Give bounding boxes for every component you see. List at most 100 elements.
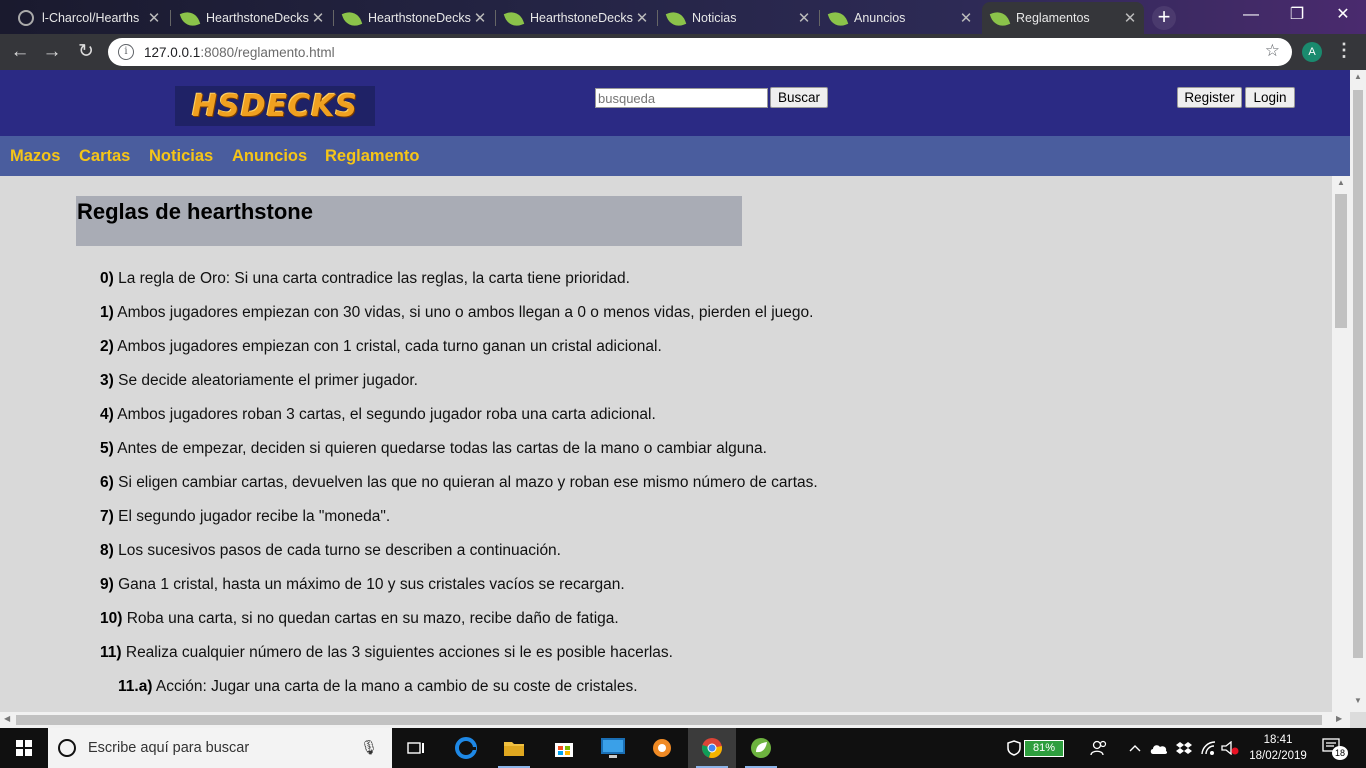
scrollbar-thumb[interactable] — [1353, 90, 1363, 658]
scrollbar-thumb[interactable] — [1335, 194, 1347, 328]
edge-icon[interactable] — [442, 728, 490, 768]
browser-tab[interactable]: Anuncios ✕ — [820, 2, 980, 34]
reload-icon[interactable]: ↻ — [74, 40, 98, 64]
rule-item: 0) La regla de Oro: Si una carta contrad… — [100, 270, 630, 288]
minimize-button[interactable]: — — [1228, 0, 1274, 32]
browser-menu-icon[interactable]: ⋮ — [1334, 40, 1354, 61]
browser-tab-active[interactable]: Reglamentos ✕ — [982, 2, 1144, 34]
nav-link-noticias[interactable]: Noticias — [149, 147, 213, 166]
new-tab-button[interactable]: + — [1152, 6, 1176, 30]
scroll-down-arrow-icon[interactable]: ▼ — [1350, 696, 1366, 705]
tab-close-icon[interactable]: ✕ — [634, 9, 650, 27]
rule-item: 3) Se decide aleatoriamente el primer ju… — [100, 372, 418, 390]
nav-link-mazos[interactable]: Mazos — [10, 147, 60, 166]
rule-number: 11.a) — [118, 678, 153, 695]
forward-arrow-icon[interactable]: → — [40, 40, 64, 64]
login-button[interactable]: Login — [1245, 87, 1295, 108]
rule-text: Ambos jugadores empiezan con 1 cristal, … — [113, 338, 662, 355]
onedrive-cloud-icon[interactable] — [1148, 728, 1170, 768]
task-view-icon[interactable] — [392, 728, 440, 768]
dropbox-icon[interactable] — [1174, 728, 1194, 768]
settings-gear-icon[interactable] — [638, 728, 686, 768]
url-host: 127.0.0.1 — [144, 44, 201, 60]
logo-text: HSDECKS — [192, 88, 358, 124]
nav-link-cartas[interactable]: Cartas — [79, 147, 130, 166]
tab-title: Anuncios — [854, 11, 906, 25]
file-explorer-icon[interactable] — [490, 728, 538, 768]
lenovo-icon[interactable] — [589, 728, 637, 768]
battery-indicator[interactable]: 81% — [1024, 740, 1064, 757]
site-info-icon[interactable]: i — [118, 44, 134, 60]
close-window-button[interactable]: ✕ — [1320, 0, 1366, 32]
page-vertical-scrollbar[interactable]: ▲ ▼ — [1350, 70, 1366, 712]
restore-button[interactable]: ❐ — [1274, 0, 1320, 32]
address-bar[interactable]: i 127.0.0.1:8080/reglamento.html ☆ — [108, 38, 1292, 66]
rule-item: 2) Ambos jugadores empiezan con 1 crista… — [100, 338, 662, 356]
tab-close-icon[interactable]: ✕ — [958, 9, 974, 27]
tab-close-icon[interactable]: ✕ — [1122, 9, 1138, 27]
content-scrollbar[interactable]: ▲ — [1332, 176, 1350, 712]
register-button[interactable]: Register — [1177, 87, 1242, 108]
browser-tab[interactable]: HearthstoneDecks ✕ — [496, 2, 656, 34]
rule-text: Gana 1 cristal, hasta un máximo de 10 y … — [113, 576, 625, 593]
tab-close-icon[interactable]: ✕ — [796, 9, 812, 27]
start-button[interactable] — [0, 728, 48, 768]
site-logo[interactable]: HSDECKS — [175, 86, 375, 126]
back-arrow-icon[interactable]: ← — [8, 40, 32, 64]
cortana-icon — [58, 739, 76, 757]
scroll-up-arrow-icon[interactable]: ▲ — [1350, 72, 1366, 81]
tab-divider — [170, 10, 171, 26]
store-icon[interactable] — [540, 728, 588, 768]
scroll-up-arrow-icon[interactable]: ▲ — [1332, 176, 1350, 190]
rule-text: Ambos jugadores empiezan con 30 vidas, s… — [113, 304, 814, 321]
search-button[interactable]: Buscar — [770, 87, 828, 108]
browser-tab[interactable]: l-Charcol/Hearths ✕ — [8, 2, 168, 34]
site-nav: Mazos Cartas Noticias Anuncios Reglament… — [0, 136, 1350, 176]
volume-muted-icon[interactable] — [1220, 728, 1240, 768]
rule-item: 1) Ambos jugadores empiezan con 30 vidas… — [100, 304, 813, 322]
bookmark-star-icon[interactable]: ☆ — [1265, 41, 1280, 61]
taskbar-search[interactable]: Escribe aquí para buscar 🎙 — [48, 728, 392, 768]
spring-leaf-icon — [989, 8, 1011, 30]
rule-subitem: 11.a) Acción: Jugar una carta de la mano… — [118, 678, 638, 696]
rule-number: 4) — [100, 406, 114, 423]
rule-number: 1) — [100, 304, 114, 321]
url-path: :8080/reglamento.html — [200, 44, 335, 60]
tab-close-icon[interactable]: ✕ — [146, 9, 162, 27]
tab-title: Noticias — [692, 11, 737, 25]
people-icon[interactable] — [1088, 728, 1110, 768]
windows-logo-icon — [16, 740, 32, 756]
nav-link-reglamento[interactable]: Reglamento — [325, 147, 419, 166]
browser-tab[interactable]: HearthstoneDecks ✕ — [334, 2, 494, 34]
rule-number: 2) — [100, 338, 114, 355]
github-icon — [18, 10, 34, 26]
rule-text: Ambos jugadores roban 3 cartas, el segun… — [113, 406, 656, 423]
spring-tool-suite-icon[interactable] — [737, 728, 785, 768]
profile-avatar[interactable]: A — [1302, 42, 1322, 62]
rules-title-box: Reglas de hearthstone — [76, 196, 742, 246]
tab-close-icon[interactable]: ✕ — [472, 9, 488, 27]
microphone-icon[interactable]: 🎙 — [360, 739, 378, 756]
security-shield-icon[interactable] — [1004, 728, 1024, 768]
scrollbar-corner — [1350, 712, 1366, 728]
browser-tab[interactable]: Noticias ✕ — [658, 2, 818, 34]
taskbar-clock[interactable]: 18:41 18/02/2019 — [1240, 732, 1316, 764]
rule-item: 7) El segundo jugador recibe la "moneda"… — [100, 508, 390, 526]
wifi-icon[interactable] — [1198, 728, 1218, 768]
scroll-right-arrow-icon[interactable]: ▶ — [1336, 714, 1342, 723]
tab-close-icon[interactable]: ✕ — [310, 9, 326, 27]
browser-tab[interactable]: HearthstoneDecks ✕ — [172, 2, 332, 34]
search-input[interactable] — [595, 88, 768, 108]
nav-link-anuncios[interactable]: Anuncios — [232, 147, 307, 166]
page-horizontal-scrollbar[interactable]: ◀ ▶ — [0, 712, 1350, 728]
tab-title: HearthstoneDecks — [530, 11, 633, 25]
chrome-icon[interactable] — [688, 728, 736, 768]
spring-leaf-icon — [827, 8, 849, 30]
rule-text: Roba una carta, si no quedan cartas en s… — [122, 610, 619, 627]
scroll-left-arrow-icon[interactable]: ◀ — [4, 714, 10, 723]
rule-number: 7) — [100, 508, 114, 525]
chevron-up-icon[interactable] — [1126, 728, 1144, 768]
scrollbar-thumb[interactable] — [16, 715, 1322, 725]
rule-item: 10) Roba una carta, si no quedan cartas … — [100, 610, 619, 628]
action-center-icon[interactable]: 18 — [1322, 738, 1348, 760]
